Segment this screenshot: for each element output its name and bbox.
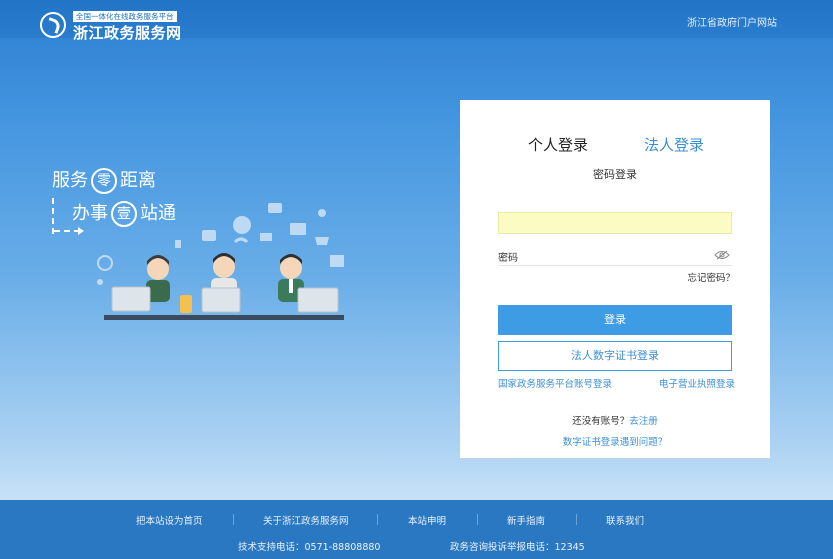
pointer-icon: [175, 240, 181, 248]
basket-icon: [315, 237, 329, 245]
password-field[interactable]: 密码: [498, 245, 732, 266]
footer-link-statement[interactable]: 本站申明: [408, 513, 446, 527]
globe-icon: [233, 216, 251, 234]
monitor-icon: [290, 223, 306, 235]
register-link[interactable]: 去注册: [629, 416, 658, 427]
provincial-portal-link[interactable]: 浙江省政府门户网站: [687, 14, 777, 29]
footer-link-about[interactable]: 关于浙江政务服务网: [263, 513, 349, 527]
card-icon: [260, 233, 272, 241]
password-input[interactable]: [498, 245, 708, 265]
footer-divider: [576, 514, 577, 525]
bag-icon: [330, 255, 344, 267]
document-icon: [202, 230, 216, 241]
page-footer: 把本站设为首页 关于浙江政务服务网 本站申明 新手指南 联系我们 技术支持电话：…: [0, 500, 833, 559]
logo-site-name: 浙江政务服务网: [73, 24, 182, 42]
tech-support-phone: 技术支持电话：0571-88808880: [238, 542, 381, 553]
footer-link-set-homepage[interactable]: 把本站设为首页: [136, 513, 203, 527]
footer-link-contact[interactable]: 联系我们: [606, 513, 644, 527]
footer-links: 把本站设为首页 关于浙江政务服务网 本站申明 新手指南 联系我们: [0, 513, 833, 527]
footer-link-guide[interactable]: 新手指南: [507, 513, 545, 527]
dashed-arrow-decoration: [52, 198, 64, 234]
customer-service-illustration: [97, 203, 344, 320]
gear-icon: [97, 255, 113, 271]
login-panel: 个人登录 法人登录 密码登录 密码 忘记密码？ 登录 法人数字证书登录 国家政务…: [460, 100, 770, 458]
no-account-text: 还没有账号？: [572, 416, 630, 427]
business-license-login-link[interactable]: 电子营业执照登录: [659, 376, 735, 390]
footer-divider: [377, 514, 378, 525]
top-header-bar: 全国一体化在线政务服务平台 浙江政务服务网 浙江省政府门户网站: [0, 0, 833, 42]
toggle-password-visibility-icon[interactable]: [714, 250, 730, 260]
monitor-icon: [201, 287, 241, 313]
chat-icon: [268, 203, 282, 213]
desk-phone-icon: [180, 295, 192, 313]
tab-legal-entity-login[interactable]: 法人登录: [644, 134, 704, 155]
logo-emblem-icon: [40, 12, 66, 38]
certificate-help-link[interactable]: 数字证书登录遇到问题？: [460, 434, 770, 448]
username-input[interactable]: [498, 212, 732, 234]
complaint-hotline: 政务咨询投诉举报电话：12345: [450, 542, 585, 553]
footer-divider: [477, 514, 478, 525]
digital-certificate-login-button[interactable]: 法人数字证书登录: [498, 341, 732, 371]
monitor-icon: [111, 286, 151, 312]
monitor-icon: [297, 287, 339, 313]
national-platform-login-link[interactable]: 国家政务服务平台账号登录: [498, 376, 612, 390]
site-logo[interactable]: 全国一体化在线政务服务平台 浙江政务服务网: [40, 10, 190, 42]
register-prompt: 还没有账号？去注册: [460, 413, 770, 427]
footer-divider: [233, 514, 234, 525]
login-button[interactable]: 登录: [498, 305, 732, 335]
slogan-text: 服务: [52, 170, 88, 191]
login-method-subtitle: 密码登录: [593, 168, 637, 181]
tab-personal-login[interactable]: 个人登录: [528, 134, 588, 155]
logo-tagline: 全国一体化在线政务服务平台: [73, 11, 177, 22]
dot-icon: [97, 279, 103, 285]
dot-icon: [318, 209, 326, 217]
desk: [104, 315, 344, 320]
forgot-password-link[interactable]: 忘记密码？: [687, 270, 735, 284]
dashed-arrow-right-icon: [54, 227, 84, 235]
phone-icon: [233, 237, 249, 244]
